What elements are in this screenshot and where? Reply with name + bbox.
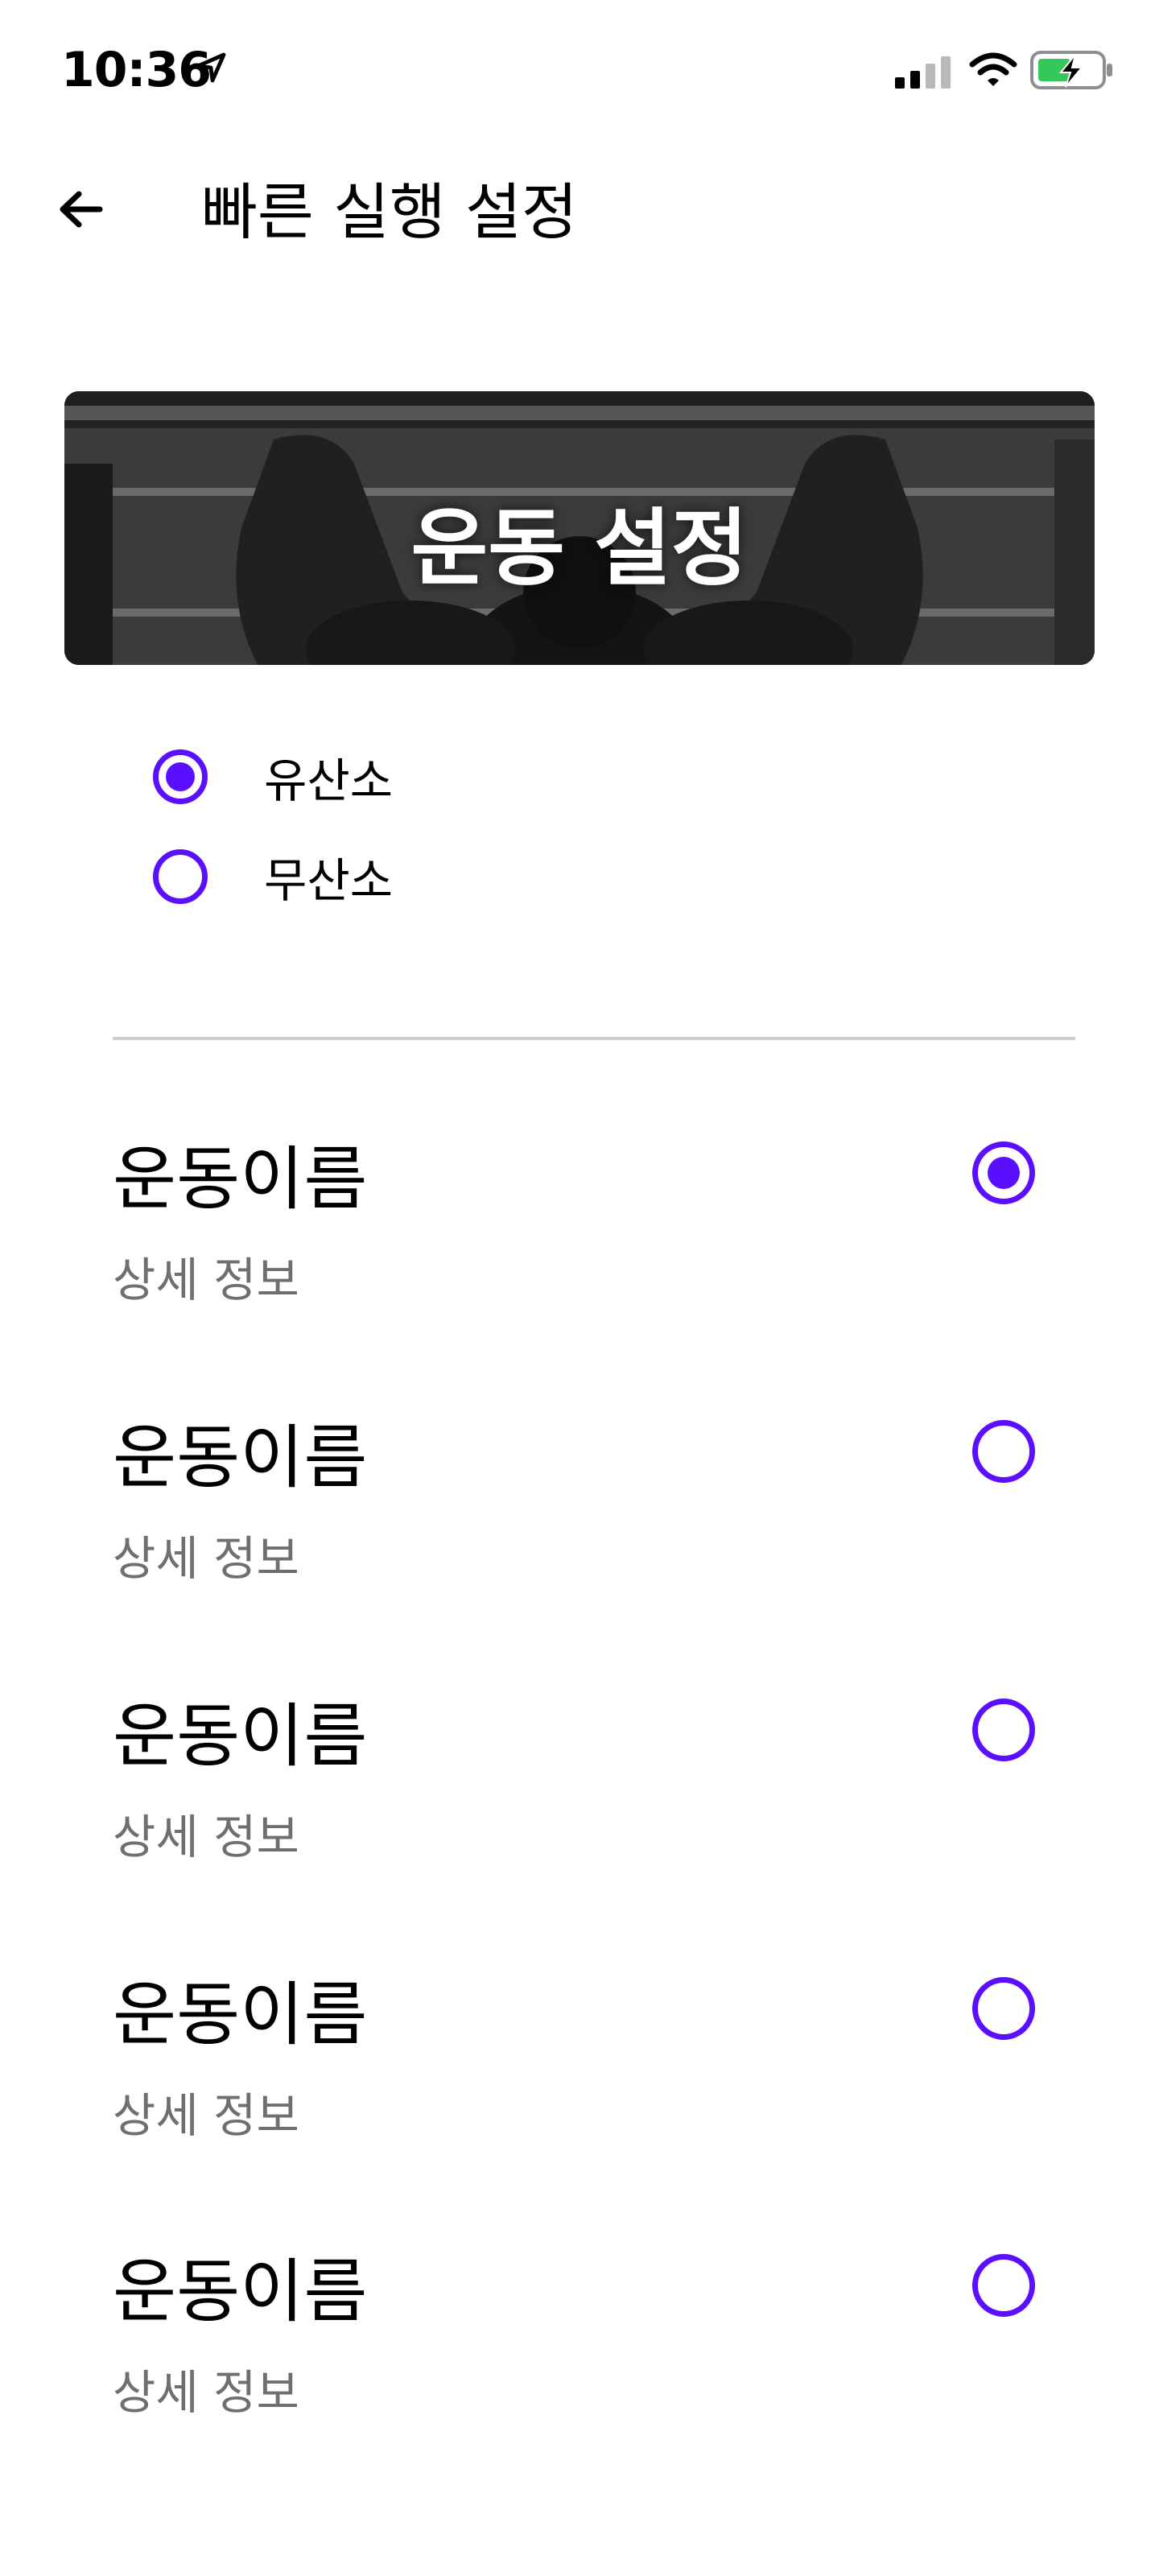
exercise-detail: 상세 정보 [113, 2088, 299, 2143]
exercise-name: 운동이름 [113, 1975, 368, 2055]
radio-button-selected[interactable] [153, 749, 208, 804]
exercise-name: 운동이름 [113, 1696, 368, 1777]
cellular-signal-icon [895, 56, 951, 89]
exercise-name: 운동이름 [113, 2252, 368, 2332]
list-item[interactable]: 운동이름 상세 정보 [113, 2248, 1062, 2457]
arrow-left-icon [60, 191, 103, 228]
exercise-detail: 상세 정보 [113, 1253, 299, 1307]
exercise-detail: 상세 정보 [113, 1531, 299, 1586]
radio-button-selected[interactable] [972, 1141, 1035, 1204]
wifi-icon [969, 52, 1017, 86]
radio-button[interactable] [972, 1420, 1035, 1483]
page-title: 빠른 실행 설정 [201, 176, 578, 248]
exercise-detail: 상세 정보 [113, 1810, 299, 1864]
radio-button[interactable] [972, 1977, 1035, 2040]
list-item[interactable]: 운동이름 상세 정보 [113, 1692, 1062, 1901]
divider [113, 1037, 1075, 1040]
banner-title: 운동 설정 [410, 499, 749, 597]
status-bar: 10:36 [0, 0, 1159, 137]
exercise-name: 운동이름 [113, 1418, 368, 1498]
radio-label: 무산소 [264, 853, 394, 908]
battery-charging-icon [1030, 51, 1112, 89]
exercise-detail: 상세 정보 [113, 2365, 299, 2420]
back-button[interactable] [58, 177, 130, 242]
radio-dot [988, 1157, 1020, 1189]
exercise-name: 운동이름 [113, 1139, 368, 1220]
status-time: 10:36 [61, 42, 212, 98]
radio-label: 유산소 [264, 753, 394, 808]
radio-button[interactable] [972, 1699, 1035, 1761]
list-item[interactable]: 운동이름 상세 정보 [113, 1971, 1062, 2180]
radio-button[interactable] [153, 849, 208, 904]
list-item[interactable]: 운동이름 상세 정보 [113, 1414, 1062, 1623]
banner: 운동 설정 [64, 391, 1095, 665]
radio-option-anaerobic[interactable]: 무산소 [153, 840, 393, 913]
location-arrow-icon [196, 52, 226, 83]
radio-button[interactable] [972, 2254, 1035, 2317]
radio-option-aerobic[interactable]: 유산소 [153, 741, 393, 813]
radio-dot [166, 762, 195, 791]
list-item[interactable]: 운동이름 상세 정보 [113, 1135, 1062, 1344]
